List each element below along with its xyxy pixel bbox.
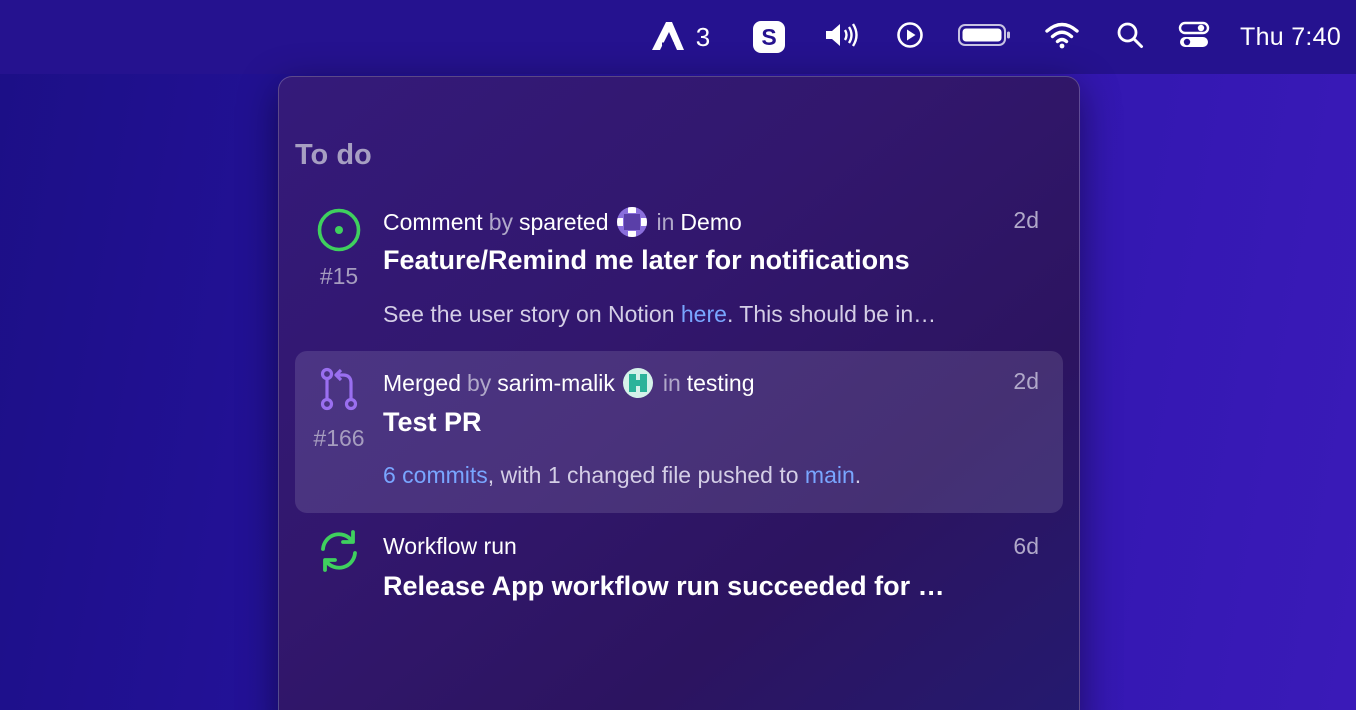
app-status-item[interactable]: 3	[648, 0, 712, 74]
author-name[interactable]: sarim-malik	[497, 370, 615, 397]
section-title: To do	[295, 139, 372, 171]
menu-bar: 3 S Thu 7:40	[0, 0, 1356, 74]
item-age: 6d	[1013, 533, 1039, 559]
app-logo-icon	[650, 18, 686, 57]
notion-link[interactable]: here	[681, 301, 727, 327]
item-age: 2d	[1013, 368, 1039, 394]
item-number: #15	[319, 263, 359, 289]
item-number: #166	[313, 425, 365, 451]
clock-status-item[interactable]: Thu 7:40	[1240, 0, 1354, 74]
description-text-end: .	[854, 462, 862, 488]
item-meta: Comment by spareted in Demo	[383, 207, 1039, 237]
search-icon	[1116, 21, 1144, 54]
description-text-end: . This should be in…	[726, 301, 937, 327]
battery-icon	[957, 22, 1011, 53]
in-label: in	[662, 369, 681, 396]
now-playing-status-item[interactable]	[894, 0, 926, 74]
item-meta: Merged by sarim-malik in testing	[383, 368, 1039, 398]
battery-status-item[interactable]	[956, 0, 1012, 74]
workflow-sync-icon	[315, 527, 363, 575]
item-description: See the user story on Notion here. This …	[383, 301, 1039, 328]
author-name[interactable]: spareted	[519, 209, 609, 236]
avatar	[622, 368, 653, 398]
notification-item-comment[interactable]: #15 Comment by spareted in Demo 2d Featu…	[295, 195, 1063, 347]
volume-icon	[823, 21, 861, 54]
wifi-icon	[1045, 21, 1079, 54]
volume-status-item[interactable]	[822, 0, 862, 74]
notification-item-merged[interactable]: #166 Merged by sarim-malik in testing 2d…	[295, 351, 1063, 513]
avatar	[616, 207, 647, 237]
play-circle-icon	[896, 21, 924, 54]
item-type-label: Merged	[383, 369, 461, 396]
description-text: , with 1 changed file pushed to	[487, 462, 805, 488]
notification-item-workflow[interactable]: Workflow run 6d Release App workflow run…	[295, 521, 1063, 611]
menubar-clock: Thu 7:40	[1240, 22, 1342, 51]
item-meta: Workflow run	[383, 533, 1039, 560]
in-label: in	[656, 208, 675, 235]
notifications-popover: To do #15 Comment by spareted in Demo 2d	[278, 76, 1080, 710]
control-center-icon	[1178, 21, 1210, 54]
item-type-label: Comment	[383, 208, 483, 235]
by-label: by	[488, 208, 513, 235]
repo-name[interactable]: testing	[687, 370, 755, 397]
description-text: See the user story on Notion	[383, 301, 681, 327]
branch-link[interactable]: main	[805, 462, 855, 488]
notification-count: 3	[695, 21, 711, 52]
item-type-label: Workflow run	[383, 533, 517, 559]
item-title: Feature/Remind me later for notification…	[383, 245, 910, 275]
item-title: Release App workflow run succeeded for …	[383, 571, 945, 601]
pull-request-merged-icon	[315, 365, 363, 413]
control-center-status-item[interactable]	[1176, 0, 1212, 74]
commits-link[interactable]: 6 commits	[383, 462, 488, 488]
item-age: 2d	[1013, 207, 1039, 233]
by-label: by	[466, 369, 492, 396]
s-app-icon: S	[753, 21, 785, 53]
issue-open-icon	[315, 206, 363, 254]
wifi-status-item[interactable]	[1044, 0, 1080, 74]
item-title: Test PR	[383, 407, 482, 437]
s-app-status-item[interactable]: S	[752, 0, 786, 74]
spotlight-status-item[interactable]	[1114, 0, 1146, 74]
item-description: 6 commits, with 1 changed file pushed to…	[383, 462, 1039, 489]
repo-name[interactable]: Demo	[680, 209, 741, 236]
